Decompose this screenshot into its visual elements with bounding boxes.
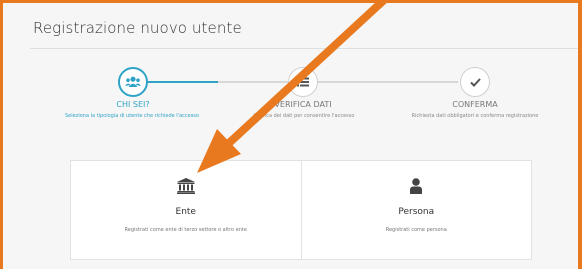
- page-title: Registrazione nuovo utente: [33, 19, 242, 37]
- option-persona-card[interactable]: Persona Registrati come persona: [300, 161, 532, 259]
- option-ente-description: Registrati come ente di terzo settore o …: [124, 227, 247, 233]
- step-3-description: Richiesta dati obbligatori e conferma re…: [411, 113, 539, 119]
- institution-icon: [176, 178, 195, 199]
- check-icon: [469, 77, 481, 87]
- progress-line-pending: [218, 81, 458, 83]
- title-divider: [30, 48, 578, 49]
- list-icon: [297, 77, 309, 87]
- step-3-label: CONFERMA: [452, 100, 498, 109]
- option-ente-card[interactable]: Ente Registrati come ente di terzo setto…: [71, 161, 301, 259]
- person-icon: [410, 178, 423, 199]
- step-1-label: CHI SEI?: [116, 100, 150, 109]
- step-1-description: Seleziona la tipologia di utente che ric…: [65, 113, 199, 119]
- users-icon: [125, 76, 141, 87]
- step-3-indicator[interactable]: [460, 67, 490, 97]
- step-2-description: Verifica dei dati per consentire l'acces…: [253, 113, 355, 119]
- option-persona-description: Registrati come persona: [385, 227, 447, 233]
- user-type-options: Ente Registrati come ente di terzo setto…: [70, 160, 532, 260]
- option-ente-title: Ente: [175, 207, 196, 217]
- progress-line-completed: [145, 81, 218, 83]
- option-persona-title: Persona: [398, 207, 435, 217]
- step-2-label: VERIFICA DATI: [274, 100, 332, 109]
- step-2-indicator[interactable]: [288, 67, 318, 97]
- step-1-indicator[interactable]: [118, 67, 148, 97]
